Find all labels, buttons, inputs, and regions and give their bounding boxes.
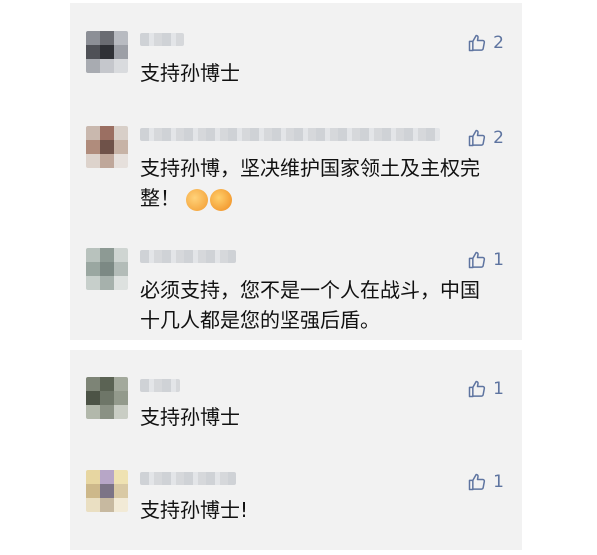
thumbs-up-outline-icon: [468, 473, 486, 491]
thumbs-up-outline-icon: [468, 129, 486, 147]
avatar[interactable]: [86, 248, 128, 290]
comments-panel-bottom: 支持孙博士 1 支持孙博士! 1: [70, 350, 522, 550]
avatar[interactable]: [86, 377, 128, 419]
like-button[interactable]: 2: [467, 31, 504, 55]
like-count: 1: [493, 250, 504, 270]
comment-item: 支持孙博，坚决维护国家领土及主权完 整！ 2: [70, 126, 522, 216]
username-blurred[interactable]: [140, 250, 236, 263]
avatar[interactable]: [86, 470, 128, 512]
comment-text: 支持孙博士: [140, 61, 240, 85]
username-blurred[interactable]: [140, 472, 236, 485]
thumbs-up-emoji: [186, 188, 208, 211]
thumbs-up-outline-icon: [468, 251, 486, 269]
like-button[interactable]: 2: [467, 126, 504, 150]
like-count: 2: [493, 128, 504, 148]
like-count: 1: [493, 472, 504, 492]
like-button[interactable]: 1: [467, 377, 504, 401]
avatar[interactable]: [86, 126, 128, 168]
like-button[interactable]: 1: [467, 470, 504, 494]
username-blurred[interactable]: [140, 128, 440, 141]
username-blurred[interactable]: [140, 379, 180, 392]
comment-text: 必须支持，您不是一个人在战斗，中国: [140, 278, 480, 302]
like-count: 1: [493, 379, 504, 399]
fist-emoji: [210, 188, 232, 211]
comment-item: 支持孙博士! 1: [70, 470, 522, 530]
comments-panel-top: 支持孙博士 2 支持孙博，坚决维护国家领土及主权完 整！ 2 必须支持，您不是一…: [70, 3, 522, 340]
like-button[interactable]: 1: [467, 248, 504, 272]
username-blurred[interactable]: [140, 33, 184, 46]
comment-text: 支持孙博，坚决维护国家领土及主权完: [140, 156, 480, 180]
comment-text-line2: 整！: [140, 183, 232, 213]
thumbs-up-outline-icon: [468, 34, 486, 52]
like-count: 2: [493, 33, 504, 53]
comment-text: 支持孙博士!: [140, 498, 249, 522]
comment-item: 必须支持，您不是一个人在战斗，中国 十几人都是您的坚强后盾。 1: [70, 248, 522, 338]
comment-item: 支持孙博士 2: [70, 31, 522, 91]
thumbs-up-outline-icon: [468, 380, 486, 398]
comment-item: 支持孙博士 1: [70, 377, 522, 437]
comment-text: 支持孙博士: [140, 405, 240, 429]
avatar[interactable]: [86, 31, 128, 73]
comment-text-line2: 十几人都是您的坚强后盾。: [140, 308, 380, 332]
